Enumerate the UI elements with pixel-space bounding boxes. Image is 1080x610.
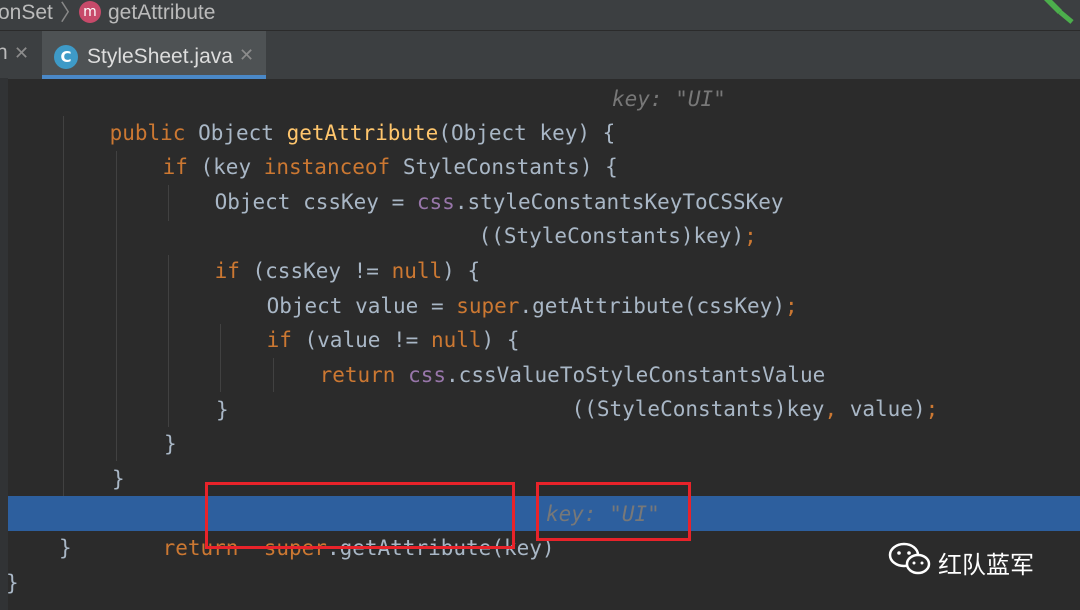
- code-text: ((StyleConstants)key: [571, 397, 825, 421]
- closing-brace: }: [164, 432, 177, 456]
- watermark-text: 红队蓝军: [938, 551, 1034, 579]
- wechat-icon: [888, 542, 931, 575]
- semicolon: ;: [925, 397, 939, 421]
- semicolon: ;: [744, 224, 757, 248]
- closing-brace: }: [112, 467, 125, 491]
- field-name: css: [408, 363, 447, 387]
- code-line: if (key instanceof StyleConstants) {: [112, 116, 618, 179]
- annotation-box-hint: [536, 482, 691, 541]
- code-line: ((StyleConstants)key, value);: [521, 358, 939, 421]
- closing-brace: }: [59, 536, 72, 560]
- code-line: Object cssKey = css.styleConstantsKeyToC…: [164, 151, 784, 214]
- comma: ,: [824, 397, 838, 421]
- code-line: if (cssKey != null) {: [164, 220, 481, 283]
- tab-stylesheet-java[interactable]: C StyleSheet.java ✕: [42, 31, 266, 79]
- tab-label: StyleSheet.java: [87, 45, 233, 68]
- java-class-icon: C: [54, 45, 78, 69]
- annotation-box-call: [205, 482, 515, 549]
- editor-tab-bar: n ✕ C StyleSheet.java ✕: [0, 30, 1080, 79]
- tab-close-icon[interactable]: ✕: [239, 45, 254, 66]
- code-line: public Object getAttribute(Object key) {: [59, 82, 616, 145]
- code-line: ((StyleConstants)key);: [428, 185, 757, 248]
- breadcrumb-method[interactable]: getAttribute: [108, 0, 215, 26]
- breadcrumb-class[interactable]: onSet: [0, 0, 53, 26]
- gutter: [0, 78, 8, 610]
- code-text: Object cssKey =: [214, 190, 417, 214]
- code-editor[interactable]: public Object getAttribute(Object key) {…: [0, 78, 1080, 610]
- tab-previous-close-icon[interactable]: ✕: [14, 43, 29, 64]
- closing-brace: }: [6, 571, 19, 595]
- closing-brace: }: [216, 398, 229, 422]
- tab-previous-label[interactable]: n: [0, 41, 8, 65]
- code-text: value): [837, 397, 926, 421]
- semicolon: ;: [784, 294, 798, 318]
- breadcrumb: onSet 〉 m getAttribute: [0, 0, 1080, 30]
- hammer-icon[interactable]: [1042, 0, 1078, 24]
- inline-debug-hint: key: "UI": [612, 87, 726, 111]
- keyword: return: [319, 363, 396, 387]
- code-line: if (value != null) {: [216, 289, 520, 352]
- code-text: ((StyleConstants)key): [478, 224, 745, 248]
- method-icon: m: [79, 1, 101, 23]
- code-line: return css.cssValueToStyleConstantsValue: [269, 324, 826, 387]
- code-text: .getAttribute(cssKey): [519, 294, 785, 318]
- code-line: Object value = super.getAttribute(cssKey…: [216, 255, 798, 318]
